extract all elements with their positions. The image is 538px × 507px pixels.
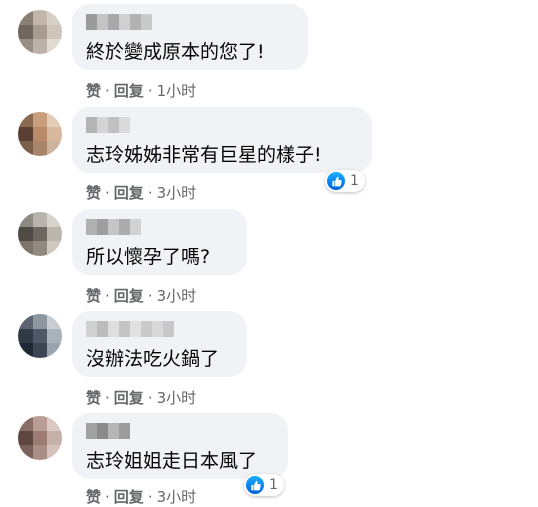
reaction-count: 1 <box>350 173 359 189</box>
comment-text: 志玲姊姊非常有巨星的樣子! <box>86 144 322 166</box>
reply-button[interactable]: 回复 <box>114 182 144 203</box>
timestamp[interactable]: 3小时 <box>157 182 197 203</box>
comment-actions: 赞 · 回复 · 3小时 <box>86 182 196 203</box>
comment-bubble: 終於變成原本的您了! <box>72 4 308 70</box>
separator: · <box>105 286 110 305</box>
separator: · <box>147 286 153 305</box>
thumbs-up-icon <box>246 476 264 494</box>
comment-bubble: 志玲姐姐走日本風了 <box>72 413 288 479</box>
reaction-summary[interactable]: 1 <box>325 170 365 192</box>
like-button[interactable]: 赞 <box>86 486 101 507</box>
comment-text: 沒辦法吃火鍋了 <box>86 348 220 370</box>
like-button[interactable]: 赞 <box>86 285 101 306</box>
author-name-blurred[interactable] <box>86 14 152 30</box>
reaction-count: 1 <box>269 477 278 493</box>
comment-actions: 赞 · 回复 · 3小时 <box>86 387 196 408</box>
avatar[interactable] <box>18 314 62 358</box>
comment-bubble: 所以懷孕了嗎? <box>72 209 247 275</box>
reaction-summary[interactable]: 1 <box>244 474 284 496</box>
reply-button[interactable]: 回复 <box>114 486 144 507</box>
reply-button[interactable]: 回复 <box>114 285 144 306</box>
comment-text: 志玲姐姐走日本風了 <box>86 450 258 472</box>
avatar[interactable] <box>18 10 62 54</box>
reply-button[interactable]: 回复 <box>114 80 144 101</box>
avatar[interactable] <box>18 112 62 156</box>
comment-actions: 赞 · 回复 · 3小时 <box>86 486 196 507</box>
comment-actions: 赞 · 回复 · 1小时 <box>86 80 196 101</box>
comment-text: 所以懷孕了嗎? <box>86 246 211 268</box>
author-name-blurred[interactable] <box>86 321 174 337</box>
comment-bubble: 志玲姊姊非常有巨星的樣子! <box>72 107 372 173</box>
timestamp[interactable]: 3小时 <box>157 486 197 507</box>
author-name-blurred[interactable] <box>86 219 141 235</box>
avatar[interactable] <box>18 212 62 256</box>
separator: · <box>147 183 153 202</box>
thumbs-up-icon <box>327 172 345 190</box>
author-name-blurred[interactable] <box>86 117 130 133</box>
timestamp[interactable]: 3小时 <box>157 285 197 306</box>
separator: · <box>147 81 153 100</box>
like-button[interactable]: 赞 <box>86 387 101 408</box>
separator: · <box>147 388 153 407</box>
like-button[interactable]: 赞 <box>86 80 101 101</box>
separator: · <box>105 183 110 202</box>
timestamp[interactable]: 1小时 <box>157 80 197 101</box>
separator: · <box>105 388 110 407</box>
avatar[interactable] <box>18 416 62 460</box>
comment-actions: 赞 · 回复 · 3小时 <box>86 285 196 306</box>
reply-button[interactable]: 回复 <box>114 387 144 408</box>
separator: · <box>105 487 110 506</box>
separator: · <box>105 81 110 100</box>
comment-text: 終於變成原本的您了! <box>86 41 265 63</box>
timestamp[interactable]: 3小时 <box>157 387 197 408</box>
author-name-blurred[interactable] <box>86 423 130 439</box>
comment-bubble: 沒辦法吃火鍋了 <box>72 311 247 377</box>
like-button[interactable]: 赞 <box>86 182 101 203</box>
separator: · <box>147 487 153 506</box>
